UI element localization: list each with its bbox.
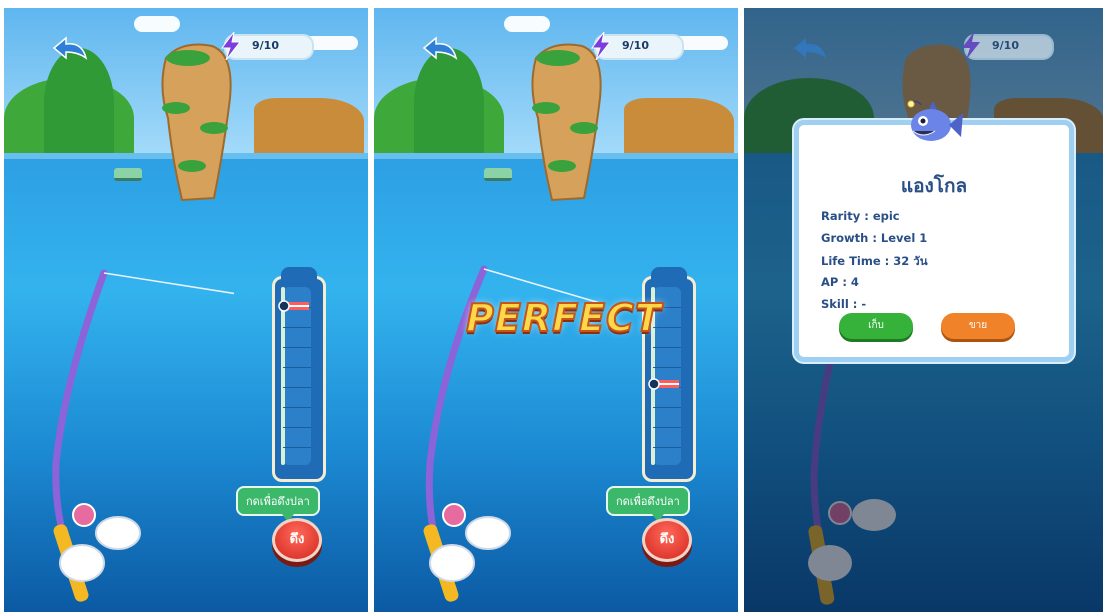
perfect-feedback: PERFECT	[465, 295, 662, 341]
energy-counter: 9/10	[221, 32, 314, 60]
fish-skill: Skill : -	[821, 297, 867, 311]
energy-counter: 9/10	[962, 32, 1054, 60]
game-screen-reeling: 9/10 กดเพื่อดึงปลา ดึง	[4, 8, 368, 612]
meter-cap	[281, 267, 317, 281]
fish-ap: AP : 4	[821, 275, 859, 289]
boat	[114, 168, 142, 181]
back-arrow-icon	[794, 38, 826, 58]
rock-pillar	[531, 43, 602, 202]
meter-track	[278, 287, 311, 465]
back-arrow-icon[interactable]	[52, 36, 88, 60]
meter-indicator	[648, 378, 679, 391]
fish-rarity: Rarity : epic	[821, 209, 900, 223]
cloud	[504, 16, 550, 32]
island-right	[624, 98, 734, 156]
boat	[484, 168, 512, 181]
lightning-icon	[591, 32, 612, 60]
rock-pillar	[161, 43, 232, 202]
island-right	[254, 98, 364, 156]
keep-button[interactable]: เก็บ	[839, 313, 913, 339]
fish-name: แองโกล	[900, 175, 968, 197]
energy-value: 9/10	[252, 39, 279, 52]
game-screen-perfect: 9/10 PERFECT กดเพื่อดึงปลา ดึง	[374, 8, 738, 612]
meter-indicator	[278, 300, 309, 313]
lightning-icon	[962, 32, 980, 60]
tension-meter	[272, 267, 326, 482]
meter-rail	[281, 287, 285, 465]
hint-tooltip: กดเพื่อดึงปลา	[606, 486, 690, 522]
hint-tooltip: กดเพื่อดึงปลา	[236, 486, 320, 522]
fish-growth: Growth : Level 1	[821, 231, 928, 245]
island-peak	[44, 48, 114, 158]
fishing-rod	[52, 269, 234, 602]
game-screen-catch-result: 9/10 แองโกล Rarity : epic Growth : Level…	[744, 8, 1103, 612]
island-peak	[414, 48, 484, 158]
energy-counter: 9/10	[591, 32, 684, 60]
energy-value: 9/10	[992, 39, 1019, 52]
pull-button[interactable]: ดึง	[642, 518, 692, 562]
anglerfish-icon	[907, 100, 963, 141]
catch-result-dialog: แองโกล Rarity : epic Growth : Level 1 Li…	[794, 100, 1074, 362]
back-arrow-icon[interactable]	[422, 36, 458, 60]
cloud	[134, 16, 180, 32]
pull-button[interactable]: ดึง	[272, 518, 322, 562]
fish-lifetime: Life Time : 32 วัน	[821, 254, 928, 268]
energy-value: 9/10	[622, 39, 649, 52]
meter-cap	[651, 267, 687, 281]
lightning-icon	[221, 32, 242, 60]
sell-button[interactable]: ขาย	[941, 313, 1015, 339]
